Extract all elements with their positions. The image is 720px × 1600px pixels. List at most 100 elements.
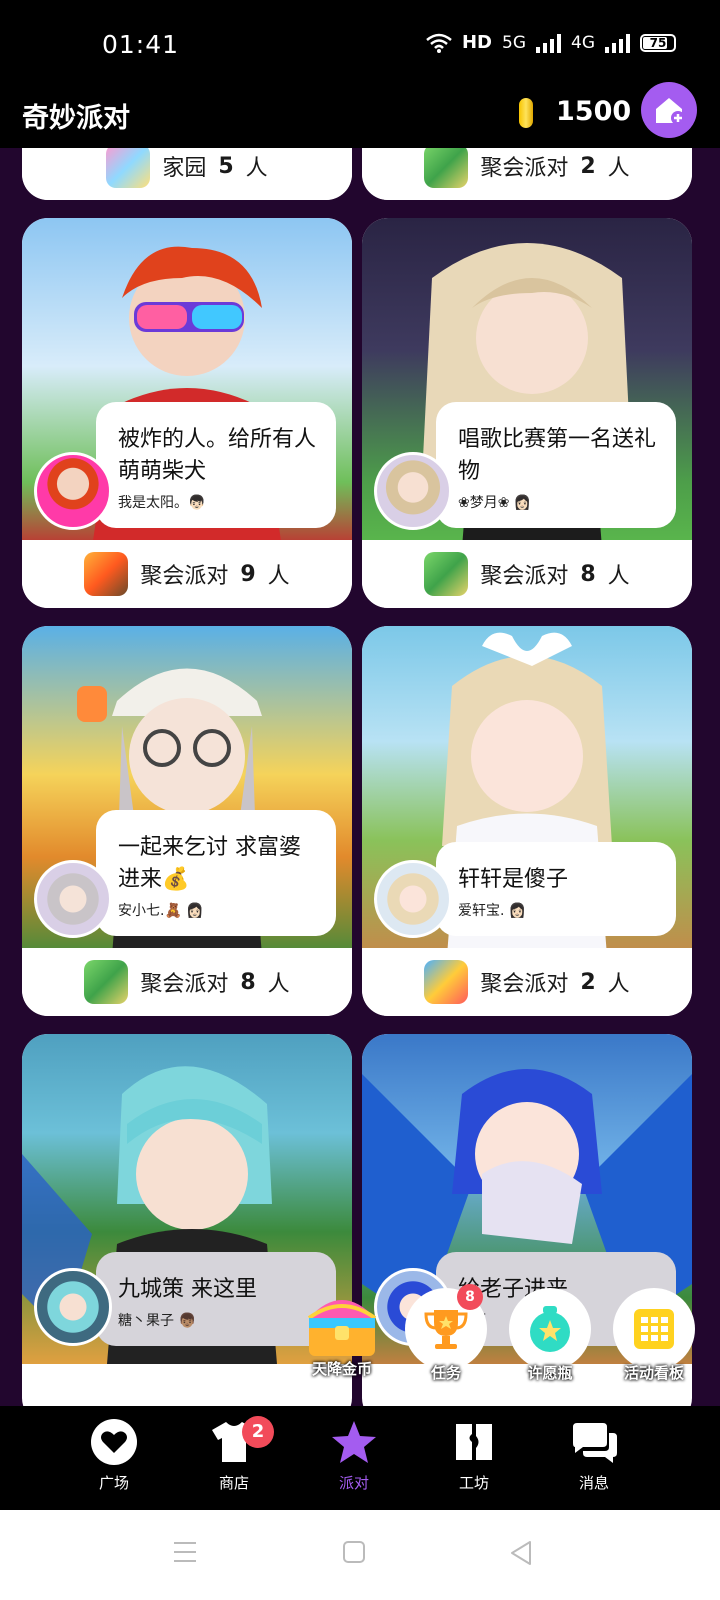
room-player-count: 2 bbox=[580, 969, 596, 995]
coin-rain-button[interactable]: 天降金币 bbox=[292, 1284, 392, 1379]
room-game-name: 家园 bbox=[162, 156, 207, 181]
room-footer: 聚会派对 8 人 bbox=[22, 948, 352, 1016]
party-game-icon bbox=[424, 960, 469, 1004]
event-board-button[interactable]: 活动看板 bbox=[604, 1288, 704, 1383]
room-message-bubble: 轩轩是傻子 爱轩宝. 👩🏻 bbox=[436, 842, 676, 936]
floater-label: 活动看板 bbox=[623, 1364, 684, 1382]
room-game-name: 聚会派对 bbox=[480, 972, 569, 997]
tab-messages[interactable]: 消息 bbox=[544, 1416, 644, 1493]
tab-plaza[interactable]: 广场 bbox=[64, 1416, 164, 1493]
heart-icon bbox=[91, 1419, 137, 1465]
room-footer: 聚会派对 2 人 bbox=[362, 148, 692, 200]
room-card[interactable]: 聚会派对 2 人 bbox=[362, 148, 692, 200]
create-room-button[interactable] bbox=[641, 82, 697, 138]
party-game-icon bbox=[424, 552, 469, 596]
room-player-count: 5 bbox=[218, 153, 234, 179]
room-message-bubble: 被炸的人。给所有人萌萌柴犬 我是太阳。👦🏻 bbox=[96, 402, 336, 528]
room-card[interactable]: 轩轩是傻子 爱轩宝. 👩🏻 聚会派对 2 人 bbox=[362, 626, 692, 1016]
room-player-count: 2 bbox=[580, 153, 596, 179]
status-bar: 01:41 HD 5G 4G 75 bbox=[0, 0, 720, 88]
tab-label: 派对 bbox=[338, 1474, 369, 1492]
battery-level: 75 bbox=[649, 35, 667, 50]
workshop-icon bbox=[456, 1424, 492, 1460]
treasure-chest-icon bbox=[301, 1284, 383, 1366]
party-feed[interactable]: 家园 5 人 聚会派对 2 人 被炸的人。给所有人萌萌柴犬 我是太阳。👦🏻 聚会… bbox=[0, 148, 720, 1406]
floater-label: 天降金币 bbox=[311, 1360, 372, 1378]
room-card[interactable]: 家园 5 人 bbox=[22, 148, 352, 200]
status-icons: HD 5G 4G 75 bbox=[426, 32, 676, 53]
tab-label: 商店 bbox=[218, 1474, 249, 1492]
host-avatar bbox=[374, 860, 452, 938]
signal-5g-label: 5G bbox=[502, 32, 526, 53]
room-author: 我是太阳。👦🏻 bbox=[118, 495, 206, 511]
home-square-icon[interactable] bbox=[342, 1540, 366, 1564]
status-time: 01:41 bbox=[102, 30, 180, 59]
tab-label: 消息 bbox=[578, 1474, 609, 1492]
home-game-icon bbox=[106, 148, 151, 188]
coin-balance: 1500 bbox=[556, 96, 632, 127]
room-game-name: 聚会派对 bbox=[140, 564, 229, 589]
tab-label: 广场 bbox=[98, 1474, 129, 1492]
room-footer: 家园 5 人 bbox=[22, 148, 352, 200]
network-type: HD bbox=[461, 32, 492, 53]
wish-bottle-button[interactable]: 许愿瓶 bbox=[500, 1288, 600, 1383]
room-message: 被炸的人。给所有人萌萌柴犬 bbox=[118, 427, 317, 484]
bottom-tab-bar: 广场 2 商店 派对 工坊 消息 bbox=[0, 1406, 720, 1510]
room-footer: 聚会派对 8 人 bbox=[362, 540, 692, 608]
wifi-icon bbox=[426, 33, 452, 53]
tasks-badge: 8 bbox=[457, 1284, 483, 1310]
menu-icon[interactable] bbox=[172, 1540, 198, 1564]
chat-icon bbox=[573, 1423, 617, 1463]
host-avatar bbox=[374, 452, 452, 530]
signal-5g-icon bbox=[536, 33, 561, 53]
room-card[interactable]: 被炸的人。给所有人萌萌柴犬 我是太阳。👦🏻 聚会派对 9 人 bbox=[22, 218, 352, 608]
back-icon[interactable] bbox=[508, 1540, 534, 1566]
tab-party[interactable]: 派对 bbox=[304, 1416, 404, 1493]
room-footer: 聚会派对 2 人 bbox=[362, 948, 692, 1016]
host-avatar bbox=[34, 860, 112, 938]
room-player-unit: 人 bbox=[607, 972, 630, 997]
system-nav-bar bbox=[0, 1510, 720, 1600]
trophy-icon bbox=[424, 1310, 468, 1349]
room-message: 轩轩是傻子 bbox=[458, 867, 569, 892]
host-avatar bbox=[34, 452, 112, 530]
party-game-icon bbox=[84, 552, 129, 596]
floater-label: 许愿瓶 bbox=[527, 1364, 573, 1382]
room-player-unit: 人 bbox=[245, 156, 268, 181]
tab-shop[interactable]: 2 商店 bbox=[184, 1416, 284, 1493]
room-message: 唱歌比赛第一名送礼物 bbox=[458, 427, 657, 484]
board-icon bbox=[634, 1309, 674, 1349]
battery-icon: 75 bbox=[640, 33, 676, 52]
party-game-icon bbox=[424, 148, 469, 188]
star-icon bbox=[332, 1421, 376, 1463]
room-message-bubble: 唱歌比赛第一名送礼物 ❀梦月❀ 👩🏻 bbox=[436, 402, 676, 528]
room-card[interactable]: 唱歌比赛第一名送礼物 ❀梦月❀ 👩🏻 聚会派对 8 人 bbox=[362, 218, 692, 608]
room-game-name: 聚会派对 bbox=[480, 156, 569, 181]
room-game-name: 聚会派对 bbox=[140, 972, 229, 997]
floater-label: 任务 bbox=[430, 1364, 461, 1382]
party-game-icon bbox=[84, 960, 129, 1004]
room-footer: 聚会派对 9 人 bbox=[22, 540, 352, 608]
wish-bottle-icon bbox=[530, 1306, 570, 1352]
tasks-button[interactable]: 8 任务 bbox=[396, 1284, 496, 1383]
room-player-count: 8 bbox=[580, 561, 596, 587]
room-player-unit: 人 bbox=[607, 564, 630, 589]
tab-label: 工坊 bbox=[458, 1474, 489, 1492]
room-player-count: 9 bbox=[240, 561, 256, 587]
signal-4g-icon bbox=[605, 33, 630, 53]
room-message: 一起来乞讨 求富婆进来💰 bbox=[118, 835, 301, 892]
room-player-unit: 人 bbox=[267, 972, 290, 997]
shop-badge: 2 bbox=[242, 1416, 274, 1448]
room-author: 安小七.🧸 👩🏻 bbox=[118, 903, 204, 919]
room-player-unit: 人 bbox=[607, 156, 630, 181]
room-game-name: 聚会派对 bbox=[480, 564, 569, 589]
signal-4g-label: 4G bbox=[571, 32, 595, 53]
app-bar: 奇妙派对 1500 bbox=[0, 82, 720, 148]
room-author: ❀梦月❀ 👩🏻 bbox=[458, 495, 532, 511]
tab-workshop[interactable]: 工坊 bbox=[424, 1416, 524, 1493]
room-player-unit: 人 bbox=[267, 564, 290, 589]
room-card[interactable]: 一起来乞讨 求富婆进来💰 安小七.🧸 👩🏻 聚会派对 8 人 bbox=[22, 626, 352, 1016]
room-author: 爱轩宝. 👩🏻 bbox=[458, 903, 527, 919]
coin-icon bbox=[519, 98, 533, 128]
room-player-count: 8 bbox=[240, 969, 256, 995]
